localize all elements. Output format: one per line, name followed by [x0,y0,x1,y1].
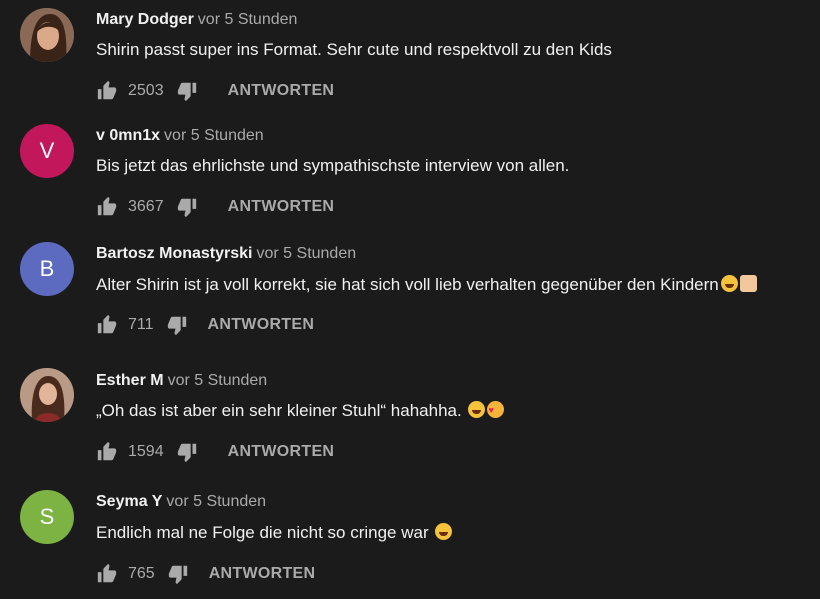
laughing-emoji-icon [435,523,453,540]
like-count: 765 [128,565,155,582]
author-name[interactable]: Seyma Y [96,493,162,510]
avatar[interactable]: S [20,490,74,544]
comment-header: Seyma Yvor 5 Stunden [96,492,266,512]
avatar-letter: S [39,504,55,529]
reply-button[interactable]: ANTWORTEN [209,565,316,583]
thumbs-down-icon[interactable] [167,563,189,585]
comment-item: S Seyma Yvor 5 Stunden Endlich mal ne Fo… [0,0,820,599]
comment-text: Endlich mal ne Folge die nicht so cringe… [96,522,453,544]
comment-actions: 765 ANTWORTEN [96,562,315,586]
comment-text-body: Endlich mal ne Folge die nicht so cringe… [96,523,429,542]
timestamp[interactable]: vor 5 Stunden [166,493,266,510]
thumbs-up-icon[interactable] [96,563,118,585]
